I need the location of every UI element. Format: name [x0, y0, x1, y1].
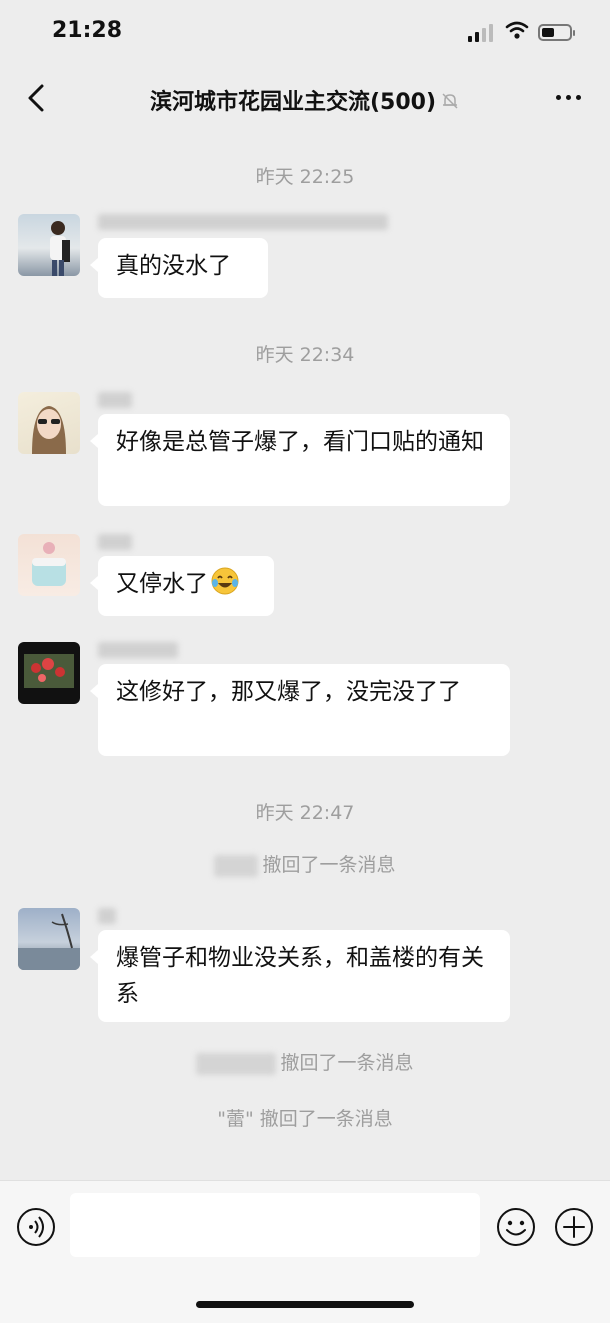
message-text: 真的没水了 — [116, 253, 231, 279]
status-bar: 21:28 — [0, 0, 610, 66]
bell-off-icon — [442, 93, 458, 109]
home-indicator — [196, 1301, 414, 1308]
recall-notice: 撤回了一条消息 — [0, 1048, 610, 1075]
message-input[interactable] — [70, 1193, 480, 1257]
message-text: 爆管子和物业没关系，和盖楼的有关系 — [116, 945, 484, 1007]
recall-text: 撤回了一条消息 — [259, 1108, 393, 1130]
chat-title: 滨河城市花园业主交流(500) — [149, 90, 437, 115]
status-time: 21:28 — [52, 18, 123, 43]
chat-title-area: 滨河城市花园业主交流(500) — [0, 84, 610, 116]
plus-icon[interactable] — [554, 1207, 594, 1247]
timestamp: 昨天 22:47 — [255, 802, 355, 824]
wifi-icon — [505, 21, 529, 39]
timestamp: 昨天 22:25 — [255, 166, 355, 188]
chat-header: 滨河城市花园业主交流(500) — [0, 66, 610, 130]
sender-name — [98, 534, 132, 550]
recall-notice: "蕾" 撤回了一条消息 — [0, 1104, 610, 1131]
emoji-icon[interactable] — [496, 1207, 536, 1247]
voice-icon[interactable] — [16, 1207, 56, 1247]
signal-icon — [468, 24, 494, 42]
recaller-name — [196, 1052, 277, 1075]
sender-name — [98, 908, 116, 924]
timestamp: 昨天 22:34 — [255, 344, 355, 366]
avatar[interactable] — [18, 392, 80, 454]
avatar[interactable] — [18, 214, 80, 276]
recall-text: 撤回了一条消息 — [262, 854, 396, 876]
avatar[interactable] — [18, 908, 80, 970]
avatar[interactable] — [18, 534, 80, 596]
message-bubble[interactable]: 又停水了 — [90, 556, 274, 616]
recall-notice: 撤回了一条消息 — [0, 850, 610, 877]
sender-name — [98, 642, 178, 658]
message-text: 这修好了，那又爆了，没完没了了 — [116, 679, 461, 705]
avatar[interactable] — [18, 642, 80, 704]
sender-name — [98, 214, 388, 230]
input-bar — [0, 1180, 610, 1323]
message-text: 好像是总管子爆了，看门口贴的通知 — [116, 429, 484, 455]
sender-name — [98, 392, 132, 408]
message-bubble[interactable]: 真的没水了 — [90, 238, 268, 298]
recall-text: 撤回了一条消息 — [280, 1052, 414, 1074]
message-text: 又停水了 — [116, 571, 208, 597]
battery-icon — [538, 24, 575, 41]
recaller-name: "蕾" — [217, 1108, 254, 1130]
more-options-icon[interactable] — [554, 92, 584, 102]
recaller-name — [214, 854, 259, 877]
laughing-crying-emoji-icon — [211, 567, 239, 595]
message-bubble[interactable]: 爆管子和物业没关系，和盖楼的有关系 — [90, 930, 510, 1022]
message-bubble[interactable]: 这修好了，那又爆了，没完没了了 — [90, 664, 510, 756]
message-bubble[interactable]: 好像是总管子爆了，看门口贴的通知 — [90, 414, 510, 506]
